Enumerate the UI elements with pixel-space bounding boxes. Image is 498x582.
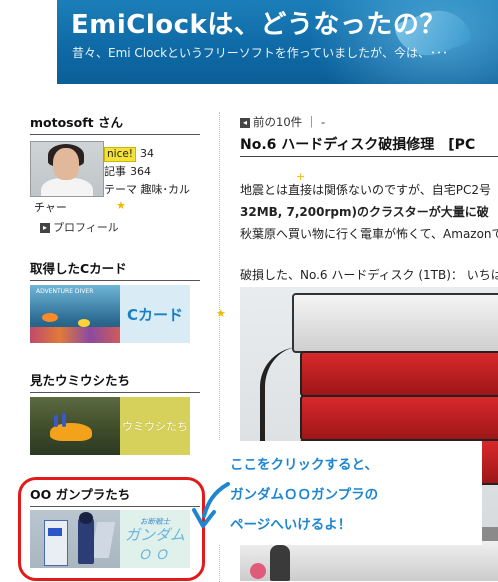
umiushi-label-box[interactable]: ウミウシたち — [120, 397, 190, 455]
avatar-body — [41, 178, 93, 196]
card-label-box[interactable]: Cカード — [120, 285, 190, 343]
avatar-head — [53, 148, 79, 180]
profile-link-label[interactable]: プロフィール — [53, 221, 119, 234]
post-paragraph-bold: 32MB, 7,200rpm)のクラスターが大量に破 — [240, 205, 489, 219]
articles-row: 記事 364 — [104, 163, 154, 181]
prev-page-nav[interactable]: ◂ 前の10件 ｜ - — [240, 114, 325, 130]
coral-shape — [30, 327, 120, 343]
avatar[interactable] — [30, 141, 104, 197]
nice-badge[interactable]: nice! — [104, 147, 137, 162]
site-subtitle: 昔々、Emi Clockというフリーソフトを作っていましたが、今は、･･･ — [72, 46, 448, 60]
nudibranch-horn — [54, 415, 58, 427]
post-paragraph: 秋葉原へ買い物に行く電車が怖くて、Amazonで — [240, 227, 498, 241]
highlight-ring — [18, 477, 205, 581]
title-underline — [240, 156, 498, 157]
nice-row: nice! 34 — [104, 145, 154, 163]
umiushi-label[interactable]: ウミウシたち — [122, 418, 188, 434]
callout-line-1: ここをクリックすると、 — [230, 457, 378, 473]
site-banner[interactable]: EmiClockは、どうなったの？ 昔々、Emi Clockというフリーソフトを… — [57, 0, 498, 84]
umiushi-section: 見たウミウシたち — [30, 370, 200, 393]
post-paragraph: 破損した、No.6 ハードディスク (1TB)： いちは — [240, 268, 498, 282]
articles-label: 記事 — [104, 165, 126, 178]
site-title[interactable]: EmiClockは、どうなったの？ — [71, 4, 446, 41]
card-section: 取得したCカード — [30, 258, 200, 281]
profile-title: motosoft さん — [30, 112, 200, 135]
nudibranch-horn — [62, 413, 66, 427]
card-section-title: 取得したCカード — [30, 258, 200, 281]
fish-shape — [42, 313, 58, 322]
umiushi-section-title: 見たウミウシたち — [30, 370, 200, 393]
bottom-photo[interactable] — [240, 541, 498, 581]
prev-nav-label[interactable]: 前の10件 ｜ - — [253, 115, 325, 129]
callout-line-2: ガンダムＯＯガンプラの — [230, 487, 379, 503]
blue-pointer-arrow-icon — [192, 482, 230, 528]
nice-count: 34 — [140, 147, 155, 160]
theme-row: テーマ 趣味･カル — [104, 181, 190, 197]
hdd-enclosure — [292, 293, 498, 353]
card-photo[interactable]: ADVENTURE DIVER — [30, 285, 120, 343]
star-icon: ★ — [216, 307, 226, 320]
callout-line-3: ページへいけるよ！ — [230, 517, 352, 533]
figure-shape — [270, 545, 290, 581]
post-paragraph: 地震とは直接は関係ないのですが、自宅PC2号 — [240, 183, 492, 197]
arrow-box-icon: ◂ — [240, 117, 250, 128]
articles-count: 364 — [130, 165, 151, 178]
theme-value[interactable]: 趣味･カル — [141, 183, 191, 196]
card-label[interactable]: Cカード — [127, 304, 183, 325]
theme-value-continued[interactable]: チャー — [34, 199, 67, 215]
umiushi-photo[interactable] — [30, 397, 120, 455]
card-image-text: ADVENTURE DIVER — [36, 288, 94, 295]
arrow-box-icon: ▸ — [40, 223, 50, 233]
hdd-enclosure — [300, 395, 498, 441]
figure-shape — [250, 563, 266, 579]
fish-shape — [78, 319, 90, 327]
profile-stats: nice! 34 記事 364 — [104, 145, 154, 181]
star-icon: ★ — [116, 199, 126, 212]
profile-link[interactable]: ▸ プロフィール — [40, 219, 119, 235]
theme-label: テーマ — [104, 183, 137, 196]
profile-section: motosoft さん — [30, 112, 200, 135]
hdd-enclosure — [300, 351, 498, 397]
post-title[interactable]: No.6 ハードディスク破損修理 [PC — [240, 134, 498, 154]
callout-box: ここをクリックすると、 ガンダムＯＯガンプラの ページへいけるよ！ — [214, 441, 482, 545]
